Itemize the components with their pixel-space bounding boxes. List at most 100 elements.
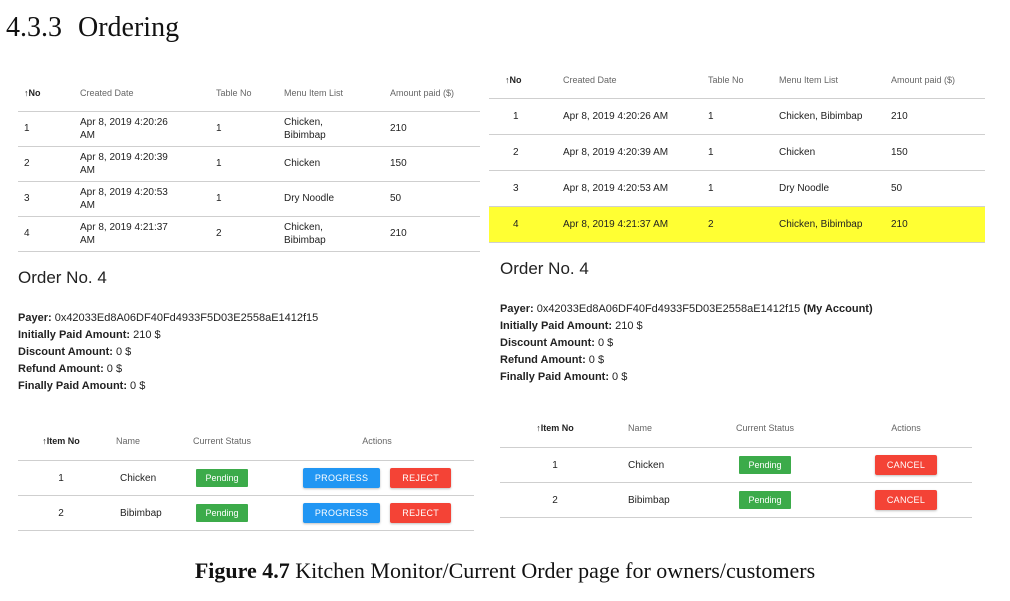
column-header-no[interactable]: ↑No — [489, 62, 557, 99]
payer-line: Payer: 0x42033Ed8A06DF40Fd4933F5D03E2558… — [18, 311, 319, 324]
column-header-amount-paid[interactable]: Amount paid ($) — [384, 75, 480, 112]
cell-created-date: Apr 8, 2019 4:20:53 AM — [74, 181, 210, 217]
cell-menu-items: Chicken, Bibimbap — [773, 98, 885, 135]
reject-button[interactable]: REJECT — [390, 503, 452, 523]
customer-view-panel: ↑No Created Date Table No Menu Item List… — [489, 62, 985, 518]
column-header-table-no[interactable]: Table No — [702, 62, 773, 99]
cell-amount: 210 — [885, 98, 985, 135]
order-items-header: ↑Item No Name Current Status Actions — [500, 409, 972, 448]
cell-item-no: 2 — [18, 495, 104, 531]
cell-status: Pending — [690, 482, 840, 518]
initial-amount-line: Initially Paid Amount: 210 $ — [18, 328, 161, 341]
column-header-name[interactable]: Name — [104, 422, 164, 461]
cell-table-no: 2 — [702, 206, 773, 243]
cell-table-no: 1 — [210, 111, 278, 147]
cell-status: Pending — [690, 447, 840, 483]
cell-created-date: Apr 8, 2019 4:20:26 AM — [557, 98, 702, 135]
initial-amount-line: Initially Paid Amount: 210 $ — [500, 319, 643, 332]
cell-status: Pending — [164, 495, 280, 531]
discount-amount-line: Discount Amount: 0 $ — [500, 336, 614, 349]
column-header-item-no[interactable]: ↑Item No — [500, 409, 610, 448]
cell-no: 4 — [18, 216, 74, 252]
cell-amount: 150 — [384, 146, 480, 182]
cell-menu-items: Chicken, Bibimbap — [773, 206, 885, 243]
table-row[interactable]: 1 Apr 8, 2019 4:20:26 AM 1 Chicken, Bibimb… — [18, 111, 480, 147]
owner-view-panel: ↑No Created Date Table No Menu Item List… — [18, 75, 480, 531]
cell-menu-items: Chicken, Bibimbap — [278, 111, 384, 147]
column-header-menu-item-list[interactable]: Menu Item List — [773, 62, 885, 99]
table-row[interactable]: 3 Apr 8, 2019 4:20:53 AM 1 Dry Noodle 50 — [18, 181, 480, 217]
cancel-button[interactable]: CANCEL — [874, 490, 938, 510]
order-items-table: ↑Item No Name Current Status Actions 1 C… — [18, 422, 474, 531]
section-number: 4.3.3 — [6, 12, 62, 43]
progress-button[interactable]: PROGRESS — [302, 503, 381, 523]
order-title: Order No. 4 — [18, 267, 107, 287]
column-header-no[interactable]: ↑No — [18, 75, 74, 112]
cell-item-name: Chicken — [610, 447, 690, 483]
table-row[interactable]: 3 Apr 8, 2019 4:20:53 AM 1 Dry Noodle 50 — [489, 170, 985, 207]
section-heading: 4.3.3 Ordering — [6, 12, 179, 44]
reject-button[interactable]: REJECT — [390, 468, 452, 488]
table-row-selected[interactable]: 4 Apr 8, 2019 4:21:37 AM 2 Chicken, Bibi… — [489, 206, 985, 243]
cell-amount: 210 — [384, 111, 480, 147]
column-header-current-status[interactable]: Current Status — [690, 409, 840, 448]
payer-address: 0x42033Ed8A06DF40Fd4933F5D03E2558aE1412f… — [51, 311, 319, 324]
cell-table-no: 1 — [210, 146, 278, 182]
order-title: Order No. 4 — [500, 258, 589, 278]
refund-amount-line: Refund Amount: 0 $ — [18, 362, 123, 375]
discount-amount-line: Discount Amount: 0 $ — [18, 345, 132, 358]
column-header-table-no[interactable]: Table No — [210, 75, 278, 112]
cell-no: 3 — [18, 181, 74, 217]
figure-label: Figure 4.7 — [194, 558, 290, 583]
column-header-amount-paid[interactable]: Amount paid ($) — [885, 62, 985, 99]
column-header-current-status[interactable]: Current Status — [164, 422, 280, 461]
cell-no: 2 — [489, 134, 557, 171]
column-header-name[interactable]: Name — [610, 409, 690, 448]
cell-item-name: Chicken — [104, 460, 164, 496]
cell-item-no: 1 — [500, 447, 610, 483]
cell-menu-items: Chicken, Bibimbap — [278, 216, 384, 252]
status-badge: Pending — [739, 491, 791, 509]
cell-created-date: Apr 8, 2019 4:21:37 AM — [74, 216, 210, 252]
payer-line: Payer: 0x42033Ed8A06DF40Fd4933F5D03E2558… — [500, 302, 873, 315]
cell-actions: CANCEL — [840, 447, 972, 483]
cell-table-no: 1 — [702, 98, 773, 135]
figure-caption: Figure 4.7 Kitchen Monitor/Current Order… — [0, 558, 1010, 584]
status-badge: Pending — [196, 469, 248, 487]
cell-created-date: Apr 8, 2019 4:20:39 AM — [557, 134, 702, 171]
cell-no: 1 — [489, 98, 557, 135]
refund-amount-line: Refund Amount: 0 $ — [500, 353, 605, 366]
orders-table: ↑No Created Date Table No Menu Item List… — [18, 75, 480, 252]
order-items-header: ↑Item No Name Current Status Actions — [18, 422, 474, 461]
cell-table-no: 2 — [210, 216, 278, 252]
table-row[interactable]: 2 Apr 8, 2019 4:20:39 AM 1 Chicken 150 — [18, 146, 480, 182]
cell-actions: CANCEL — [840, 482, 972, 518]
cell-amount: 50 — [885, 170, 985, 207]
table-row[interactable]: 2 Apr 8, 2019 4:20:39 AM 1 Chicken 150 — [489, 134, 985, 171]
table-row[interactable]: 4 Apr 8, 2019 4:21:37 AM 2 Chicken, Bibimb… — [18, 216, 480, 252]
column-header-created-date[interactable]: Created Date — [557, 62, 702, 99]
cell-table-no: 1 — [210, 181, 278, 217]
cell-no: 3 — [489, 170, 557, 207]
cell-no: 4 — [489, 206, 557, 243]
column-header-created-date[interactable]: Created Date — [74, 75, 210, 112]
cell-menu-items: Chicken — [773, 134, 885, 171]
cell-created-date: Apr 8, 2019 4:20:26 AM — [74, 111, 210, 147]
column-header-item-no[interactable]: ↑Item No — [18, 422, 104, 461]
column-header-actions: Actions — [840, 409, 972, 448]
cell-table-no: 1 — [702, 170, 773, 207]
payer-address: 0x42033Ed8A06DF40Fd4933F5D03E2558aE1412f… — [533, 302, 804, 315]
cell-amount: 210 — [885, 206, 985, 243]
section-title: Ordering — [78, 12, 180, 43]
table-row: 2 Bibimbap Pending CANCEL — [500, 482, 972, 518]
order-items-table: ↑Item No Name Current Status Actions 1 C… — [500, 409, 972, 518]
table-row[interactable]: 1 Apr 8, 2019 4:20:26 AM 1 Chicken, Bibi… — [489, 98, 985, 135]
cell-actions: PROGRESS REJECT — [280, 495, 474, 531]
column-header-menu-item-list[interactable]: Menu Item List — [278, 75, 384, 112]
figure-caption-text: Kitchen Monitor/Current Order page for o… — [289, 558, 816, 583]
progress-button[interactable]: PROGRESS — [302, 468, 381, 488]
table-row: 2 Bibimbap Pending PROGRESS REJECT — [18, 495, 474, 531]
cell-item-name: Bibimbap — [610, 482, 690, 518]
cancel-button[interactable]: CANCEL — [874, 455, 938, 475]
table-row: 1 Chicken Pending CANCEL — [500, 447, 972, 483]
